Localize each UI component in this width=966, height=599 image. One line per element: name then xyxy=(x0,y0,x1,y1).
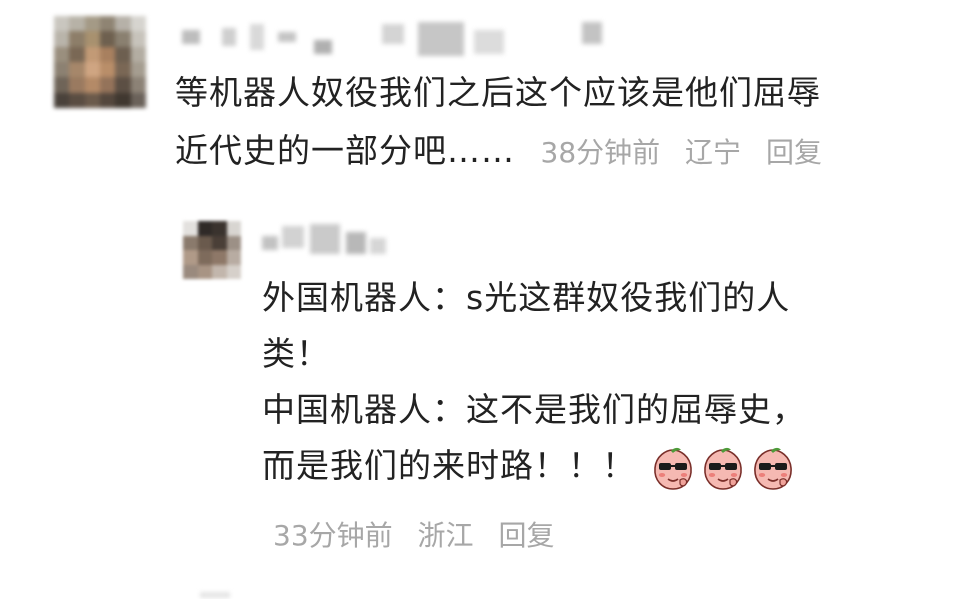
comment-location: 辽宁 xyxy=(685,136,742,169)
cool-peach-emoji-icon xyxy=(754,447,792,490)
reply-meta: 33分钟前 浙江 回复 xyxy=(273,514,554,554)
reply-body: 外国机器人：s光这群奴役我们的人 类！ 中国机器人：这不是我们的屈辱史， 而是我… xyxy=(262,270,902,496)
cool-peach-emoji-icon xyxy=(654,447,692,490)
comment-reply-button[interactable]: 回复 xyxy=(766,136,822,169)
cool-peach-emoji-icon xyxy=(704,447,742,490)
commenter-username[interactable] xyxy=(182,20,612,60)
commenter-avatar[interactable] xyxy=(54,16,146,108)
next-item-hint xyxy=(200,592,230,598)
comment-text-line: 近代史的一部分吧…… xyxy=(175,131,515,170)
reply-reply-button[interactable]: 回复 xyxy=(498,519,554,552)
reply-time: 33分钟前 xyxy=(273,519,393,552)
replier-username[interactable] xyxy=(262,222,392,258)
reply-text-line: 而是我们的来时路！！！ xyxy=(262,446,636,485)
reply-text-line: 类！ xyxy=(262,334,330,373)
emoji-group xyxy=(650,440,800,496)
comment-meta: 38分钟前 辽宁 回复 xyxy=(541,136,822,169)
reply-text-line: 中国机器人：这不是我们的屈辱史， xyxy=(262,390,806,429)
replier-avatar[interactable] xyxy=(183,221,241,279)
comment-body: 等机器人奴役我们之后这个应该是他们屈辱 近代史的一部分吧…… 38分钟前 辽宁 … xyxy=(175,64,935,182)
comment-thread: 等机器人奴役我们之后这个应该是他们屈辱 近代史的一部分吧…… 38分钟前 辽宁 … xyxy=(0,0,966,599)
reply-text-line: 外国机器人：s光这群奴役我们的人 xyxy=(262,278,791,317)
comment-text-line: 等机器人奴役我们之后这个应该是他们屈辱 xyxy=(175,73,821,112)
comment-time: 38分钟前 xyxy=(540,136,661,169)
reply-location: 浙江 xyxy=(417,519,474,552)
